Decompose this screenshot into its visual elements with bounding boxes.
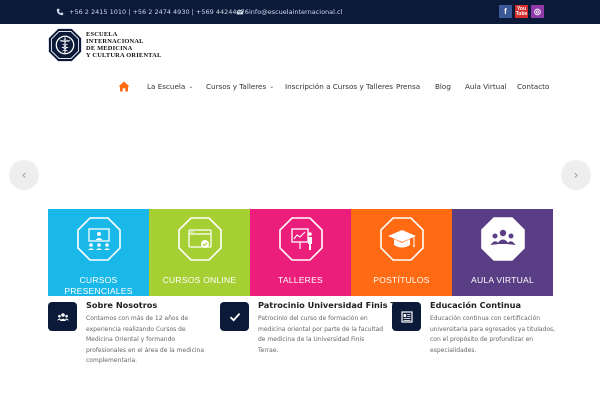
tile-cursos-online[interactable]: CURSOS ONLINE — [149, 209, 250, 296]
nav-label: Aula Virtual — [465, 81, 507, 91]
youtube-text-bottom: Tube — [515, 10, 528, 17]
feature-badge — [392, 302, 421, 331]
tile-label: TALLERES — [278, 275, 323, 285]
top-bar: +56 2 2415 1010 | +56 2 2474 4930 | +569… — [0, 0, 600, 24]
logo-text: ESCUELA INTERNACIONAL DE MEDICINA Y CULT… — [86, 31, 161, 60]
presentation-icon — [278, 217, 323, 261]
category-tiles: CURSOS PRESENCIALES CURSOS ONLINE TALLER… — [48, 209, 553, 296]
tile-postitulos[interactable]: POSTÍTULOS — [351, 209, 452, 296]
feature-title: Sobre Nosotros — [86, 300, 158, 310]
chevron-down-icon: ⌄ — [188, 82, 194, 90]
classroom-icon — [76, 217, 121, 261]
chevron-right-icon: › — [573, 168, 579, 182]
tile-label: CURSOS ONLINE — [162, 275, 237, 285]
nav-aula-virtual[interactable]: Aula Virtual — [465, 78, 507, 94]
logo-line: ESCUELA — [86, 30, 118, 38]
feature-badge — [220, 302, 249, 331]
email-link[interactable]: info@escuelainternacional.cl — [249, 0, 342, 24]
slider-next-button[interactable]: › — [561, 160, 591, 190]
instagram-icon[interactable]: ◎ — [531, 5, 544, 18]
nav-label: Blog — [435, 81, 451, 91]
envelope-icon — [236, 9, 244, 15]
graduation-cap-icon — [379, 217, 424, 261]
logo-line: DE MEDICINA — [86, 45, 133, 52]
feature-educacion-continua: Educación Continua Educación continua co… — [392, 300, 562, 400]
feature-patrocinio: Patrocinio Universidad Finis Terrae Patr… — [220, 300, 420, 400]
nav-label: Prensa — [396, 81, 421, 91]
slider-prev-button[interactable]: ‹ — [9, 160, 39, 190]
feature-badge — [48, 302, 77, 331]
nav-inscripcion[interactable]: Inscripción a Cursos y Talleres — [285, 78, 393, 94]
tile-label: CURSOS PRESENCIALES — [64, 275, 133, 296]
caduceus-emblem-icon — [48, 28, 82, 62]
nav-la-escuela[interactable]: La Escuela ⌄ — [147, 78, 193, 94]
facebook-icon[interactable]: f — [499, 5, 512, 18]
phone-icon — [56, 8, 64, 16]
tile-label: POSTÍTULOS — [373, 275, 430, 285]
nav-blog[interactable]: Blog — [435, 78, 451, 94]
logo-line: INTERNACIONAL — [86, 37, 144, 45]
browser-check-icon — [177, 217, 222, 261]
feature-text: Patrocinio del curso de formación en med… — [258, 315, 384, 354]
feature-title: Educación Continua — [430, 300, 521, 310]
tile-cursos-presenciales[interactable]: CURSOS PRESENCIALES — [48, 209, 149, 296]
feature-sobre-nosotros: Sobre Nosotros Contamos con más de 12 añ… — [48, 300, 218, 400]
feature-text: Educación continua con certificación uni… — [430, 315, 556, 354]
nav-label: Inscripción a Cursos y Talleres — [285, 81, 393, 91]
phone-numbers: +56 2 2415 1010 | +56 2 2474 4930 | +569… — [69, 8, 249, 16]
phone-info: +56 2 2415 1010 | +56 2 2474 4930 | +569… — [56, 0, 249, 24]
home-icon — [118, 81, 130, 91]
facebook-letter: f — [504, 7, 507, 16]
tile-talleres[interactable]: TALLERES — [250, 209, 351, 296]
users-icon — [56, 312, 69, 321]
youtube-icon[interactable]: You Tube — [515, 5, 528, 18]
email-info[interactable]: info@escuelainternacional.cl — [236, 0, 342, 24]
hero-slider: ‹ › CURSOS PRESENCIALES CURSOS ONLINE TA… — [0, 98, 600, 296]
instagram-glyph: ◎ — [534, 7, 541, 16]
chevron-left-icon: ‹ — [21, 168, 27, 182]
tile-label: AULA VIRTUAL — [471, 275, 534, 285]
site-logo[interactable]: ESCUELA INTERNACIONAL DE MEDICINA Y CULT… — [48, 28, 161, 62]
checkmark-icon — [229, 312, 240, 321]
logo-line: Y CULTURA ORIENTAL — [86, 52, 162, 60]
nav-label: Contacto — [517, 81, 550, 91]
nav-label: La Escuela — [147, 81, 186, 91]
nav-contacto[interactable]: Contacto — [517, 78, 549, 94]
nav-label: Cursos y Talleres — [206, 81, 267, 91]
social-links: f You Tube ◎ — [499, 5, 544, 18]
chevron-down-icon: ⌄ — [269, 82, 275, 90]
document-icon — [400, 310, 413, 323]
nav-cursos-talleres[interactable]: Cursos y Talleres ⌄ — [206, 78, 274, 94]
feature-text: Contamos con más de 12 años de experienc… — [86, 315, 205, 364]
nav-prensa[interactable]: Prensa — [396, 78, 420, 94]
nav-home[interactable] — [118, 78, 130, 94]
tile-aula-virtual[interactable]: AULA VIRTUAL — [452, 209, 553, 296]
group-icon — [480, 217, 525, 261]
